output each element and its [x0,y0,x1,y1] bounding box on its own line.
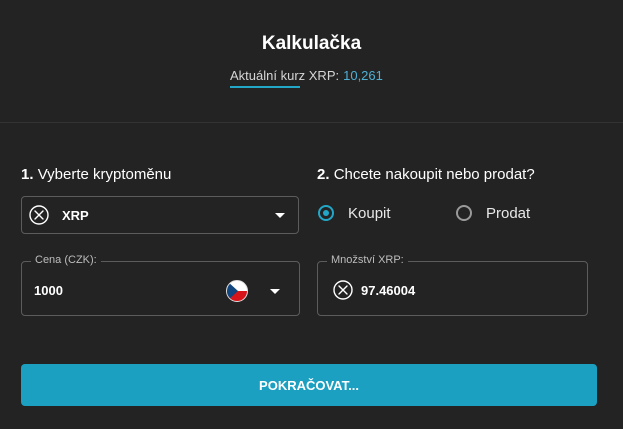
page-title: Kalkulačka [261,33,362,54]
radio-sell-indicator[interactable] [456,205,472,221]
exchange-rate-label: Aktuální kurz XRP: [230,68,340,83]
step1-label: Vyberte kryptoměnu [37,166,172,183]
radio-buy[interactable]: Koupit [318,203,408,227]
crypto-select[interactable]: XRP [21,196,299,234]
radio-sell[interactable]: Prodat [456,203,546,227]
amount-input[interactable]: 97.46004 [361,283,415,298]
amount-field[interactable]: Množství XRP: 97.46004 [317,254,588,316]
step1-number: 1. [21,166,34,183]
exchange-rate-value: 10,261 [343,68,383,83]
crypto-select-value: XRP [62,208,89,223]
exchange-rate: Aktuální kurz XRP: 10,261 [230,68,383,83]
step2-label: Chcete nakoupit nebo prodat? [333,166,535,183]
xrp-icon [29,205,49,225]
step2-heading: 2. Chcete nakoupit nebo prodat? [317,166,535,183]
header-divider [0,122,623,123]
chevron-down-icon [275,213,285,218]
chevron-down-icon[interactable] [270,289,280,294]
amount-field-label: Množství XRP: [327,254,408,266]
czech-flag-icon[interactable] [226,280,248,302]
continue-button[interactable]: POKRAČOVAT... [21,364,597,406]
rate-underline [230,86,300,88]
radio-buy-label: Koupit [348,205,391,222]
price-field-label: Cena (CZK): [31,254,101,266]
xrp-icon [333,280,353,300]
calculator-header: Kalkulačka Aktuální kurz XRP: 10,261 [0,0,623,122]
step1-heading: 1. Vyberte kryptoměnu [21,166,171,183]
radio-sell-label: Prodat [486,205,531,222]
step2-number: 2. [317,166,330,183]
radio-buy-indicator[interactable] [318,205,334,221]
price-field[interactable]: Cena (CZK): 1000 [21,254,300,316]
price-input[interactable]: 1000 [34,283,63,298]
